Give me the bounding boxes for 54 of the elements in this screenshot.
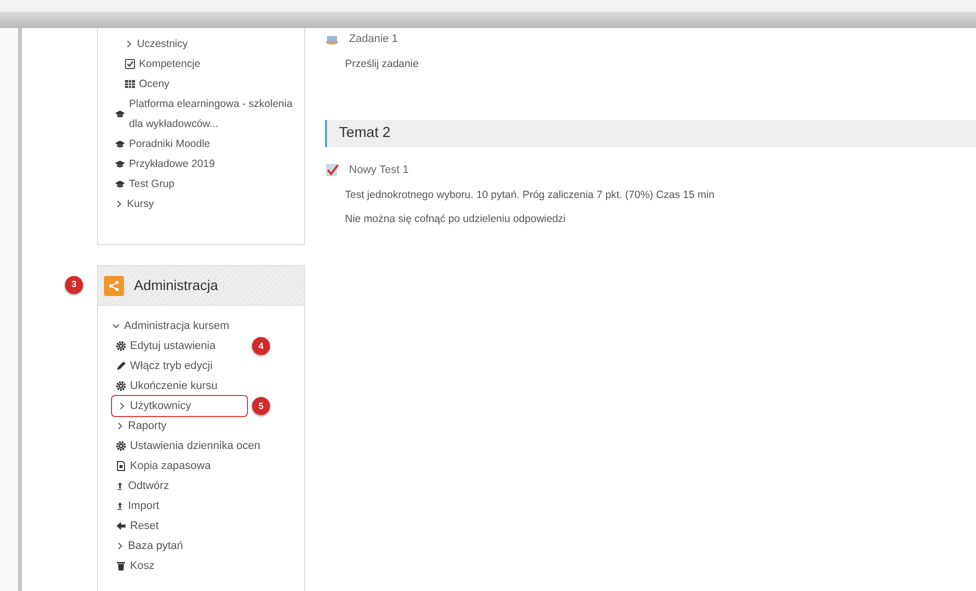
pencil-icon xyxy=(116,361,126,371)
nav-item[interactable]: Przykładowe 2019 xyxy=(129,154,215,174)
nav-item[interactable]: Kosz xyxy=(130,556,154,576)
nav-item[interactable]: Uczestnicy xyxy=(137,34,188,54)
activity-link[interactable]: Nowy Test 1 xyxy=(349,162,409,178)
chevron-right-icon xyxy=(118,402,126,410)
nav-item[interactable]: Kopia zapasowa xyxy=(130,456,211,476)
gear-icon xyxy=(116,341,126,351)
nav-item[interactable]: Ustawienia dziennika ocen xyxy=(130,436,260,456)
nav-item[interactable]: Edytuj ustawienia xyxy=(130,336,216,356)
nav-item[interactable]: Oceny xyxy=(139,74,170,94)
chevron-right-icon xyxy=(116,422,124,430)
quiz-check-icon xyxy=(325,163,339,177)
checkbox-icon xyxy=(125,59,135,69)
arrow-left-icon xyxy=(116,521,126,531)
nav-item[interactable]: Ukończenie kursu xyxy=(130,376,218,396)
chevron-right-icon xyxy=(116,542,124,550)
nav-item[interactable]: Administracja kursem xyxy=(124,316,230,336)
share-icon xyxy=(104,276,124,296)
graduation-cap-icon xyxy=(115,179,125,189)
callout-badge: 4 xyxy=(252,337,270,355)
nav-item[interactable]: Włącz tryb edycji xyxy=(130,356,213,376)
gear-icon xyxy=(116,441,126,451)
table-icon xyxy=(125,79,135,89)
document-stack-icon xyxy=(325,33,339,45)
gear-icon xyxy=(116,381,126,391)
activity-description: Nie można się cofnąć po udzieleniu odpowiedzi xyxy=(344,212,567,227)
nav-item[interactable]: Baza pytań xyxy=(128,536,184,556)
file-icon xyxy=(116,461,126,471)
section-title: Temat 2 xyxy=(325,120,976,147)
nav-item[interactable]: Test Grup xyxy=(129,174,175,194)
graduation-cap-icon xyxy=(115,109,125,119)
chevron-right-icon xyxy=(125,40,133,48)
nav-item[interactable]: Poradniki Moodle xyxy=(129,134,210,154)
nav-item[interactable]: Kursy xyxy=(127,194,154,214)
upload-arrow-icon xyxy=(116,482,124,490)
activity-description: Test jednokrotnego wyboru. 10 pytań. Próg zaliczenia 7 pkt. (70%) Czas 15 min xyxy=(344,188,716,203)
nav-item[interactable]: Odtwórz xyxy=(128,476,169,496)
nav-item[interactable]: Import xyxy=(128,496,160,516)
nav-item[interactable]: Raporty xyxy=(128,416,167,436)
block-title: Administracja xyxy=(134,276,218,295)
chevron-right-icon xyxy=(115,200,123,208)
nav-item[interactable]: Reset xyxy=(130,516,159,536)
graduation-cap-icon xyxy=(115,139,125,149)
trash-icon xyxy=(116,561,126,571)
graduation-cap-icon xyxy=(115,159,125,169)
activity-link[interactable]: Zadanie 1 xyxy=(349,30,398,48)
nav-item[interactable]: Platforma elearningowa - szkolenia dla wykładowców... xyxy=(129,94,304,134)
callout-badge: 5 xyxy=(252,397,270,415)
upload-arrow-icon xyxy=(116,502,124,510)
callout-badge: 3 xyxy=(65,276,83,294)
nav-item[interactable]: Użytkownicy xyxy=(130,396,192,416)
activity-description: Prześlij zadanie xyxy=(344,57,420,72)
nav-item[interactable]: Kompetencje xyxy=(139,54,200,74)
